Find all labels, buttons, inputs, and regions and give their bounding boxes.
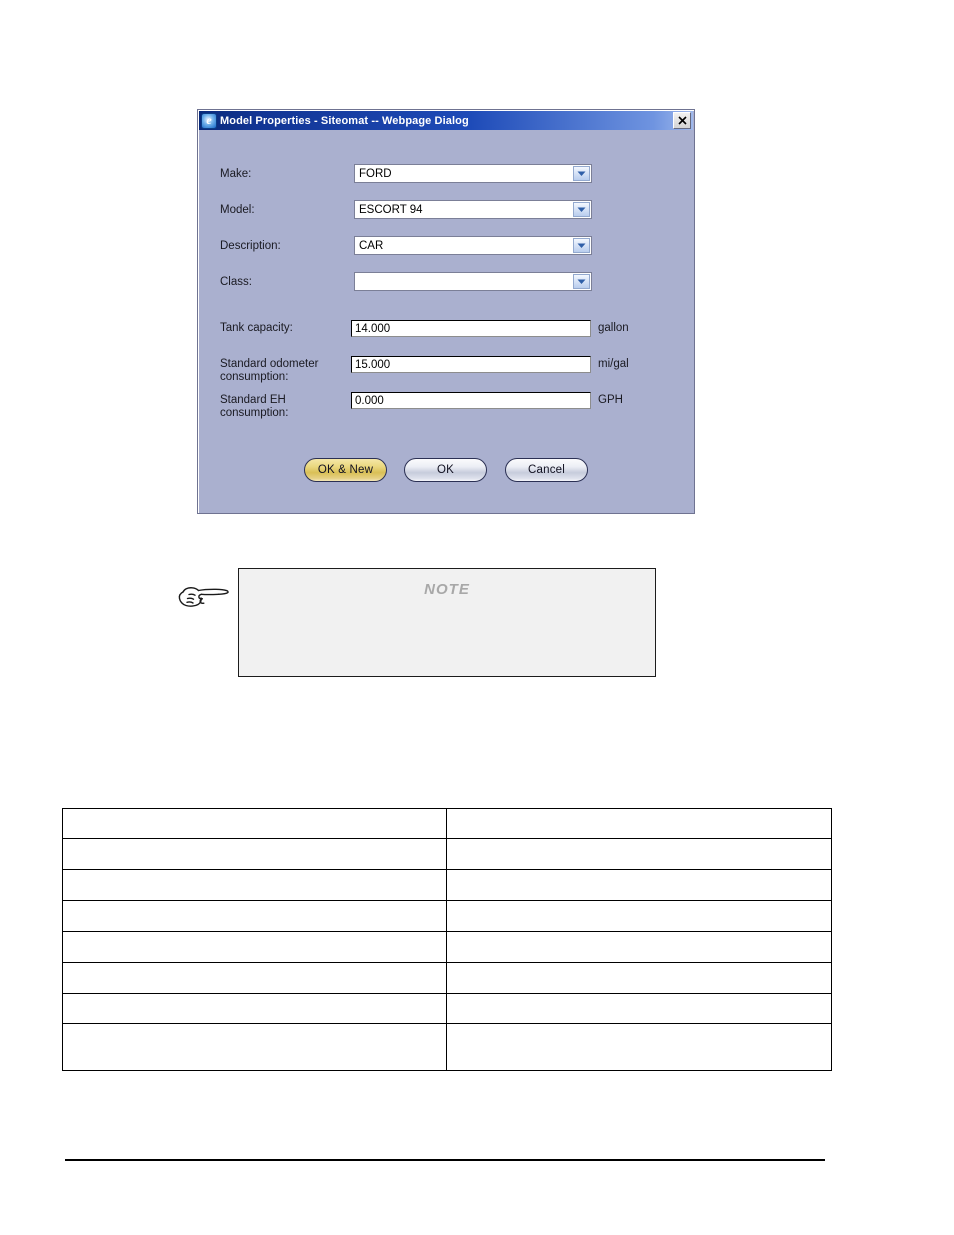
field-label-standard-odometer: Standard odometer consumption: — [220, 358, 319, 383]
table-cell-label — [62, 808, 447, 839]
table-row — [62, 838, 832, 870]
model-combobox[interactable]: ESCORT 94 — [354, 200, 592, 219]
description-value: CAR — [359, 240, 384, 252]
table-cell-value — [446, 962, 832, 994]
note-callout: NOTE — [175, 567, 657, 679]
chevron-down-icon[interactable] — [573, 238, 590, 253]
table-cell-value — [446, 838, 832, 870]
note-title: NOTE — [424, 581, 470, 598]
cancel-button[interactable]: Cancel — [505, 458, 588, 482]
properties-table — [62, 808, 832, 1071]
field-label-model: Model: — [220, 204, 255, 216]
dialog-title: Model Properties - Siteomat -- Webpage D… — [220, 114, 469, 127]
dialog-button-bar: OK & New OK Cancel — [199, 458, 693, 484]
chevron-down-icon[interactable] — [573, 274, 590, 289]
table-cell-value — [446, 993, 832, 1024]
form-row-model: Model: ESCORT 94 — [199, 200, 693, 226]
table-row — [62, 869, 832, 901]
table-row — [62, 1023, 832, 1071]
form-row-class: Class: — [199, 272, 693, 298]
ok-and-new-button[interactable]: OK & New — [304, 458, 387, 482]
standard-odometer-input[interactable]: 15.000 — [351, 356, 591, 373]
dialog-titlebar[interactable]: Model Properties - Siteomat -- Webpage D… — [199, 111, 693, 130]
standard-eh-unit: GPH — [598, 394, 623, 406]
table-cell-value — [446, 931, 832, 963]
table-cell-value — [446, 900, 832, 932]
table-cell-value — [446, 869, 832, 901]
footer-divider — [65, 1159, 825, 1161]
model-value: ESCORT 94 — [359, 204, 423, 216]
field-label-description: Description: — [220, 240, 281, 252]
pointing-hand-icon — [178, 587, 229, 607]
table-row — [62, 900, 832, 932]
note-box: NOTE — [238, 568, 656, 677]
field-label-standard-eh: Standard EH consumption: — [220, 394, 289, 419]
table-row — [62, 931, 832, 963]
form-row-standard-eh: Standard EH consumption: 0.000 GPH — [199, 392, 693, 419]
form-row-description: Description: CAR — [199, 236, 693, 262]
form-row-standard-odometer: Standard odometer consumption: 15.000 mi… — [199, 356, 693, 383]
chevron-down-icon[interactable] — [573, 166, 590, 181]
model-properties-dialog: Model Properties - Siteomat -- Webpage D… — [197, 109, 695, 514]
table-cell-label — [62, 962, 447, 994]
form-row-tank-capacity: Tank capacity: 14.000 gallon — [199, 320, 693, 344]
table-cell-label — [62, 993, 447, 1024]
table-cell-label — [62, 1023, 447, 1071]
table-body — [62, 808, 832, 1071]
class-combobox[interactable] — [354, 272, 592, 291]
table-cell-value — [446, 1023, 832, 1071]
close-icon[interactable] — [673, 112, 691, 129]
make-combobox[interactable]: FORD — [354, 164, 592, 183]
tank-capacity-unit: gallon — [598, 322, 629, 334]
tank-capacity-input[interactable]: 14.000 — [351, 320, 591, 337]
standard-odometer-unit: mi/gal — [598, 358, 629, 370]
table-cell-label — [62, 931, 447, 963]
internet-explorer-icon — [202, 112, 216, 128]
table-cell-label — [62, 869, 447, 901]
make-value: FORD — [359, 168, 392, 180]
table-row — [62, 993, 832, 1024]
table-cell-label — [62, 838, 447, 870]
dialog-body: Make: FORD Model: ESCORT 94 Description:… — [199, 130, 693, 512]
ok-button[interactable]: OK — [404, 458, 487, 482]
form-row-make: Make: FORD — [199, 164, 693, 190]
standard-eh-input[interactable]: 0.000 — [351, 392, 591, 409]
table-row — [62, 808, 832, 839]
field-label-make: Make: — [220, 168, 252, 180]
table-cell-value — [446, 808, 832, 839]
chevron-down-icon[interactable] — [573, 202, 590, 217]
class-value — [355, 273, 573, 290]
table-row — [62, 962, 832, 994]
field-label-tank-capacity: Tank capacity: — [220, 322, 293, 334]
description-combobox[interactable]: CAR — [354, 236, 592, 255]
table-cell-label — [62, 900, 447, 932]
field-label-class: Class: — [220, 276, 252, 288]
